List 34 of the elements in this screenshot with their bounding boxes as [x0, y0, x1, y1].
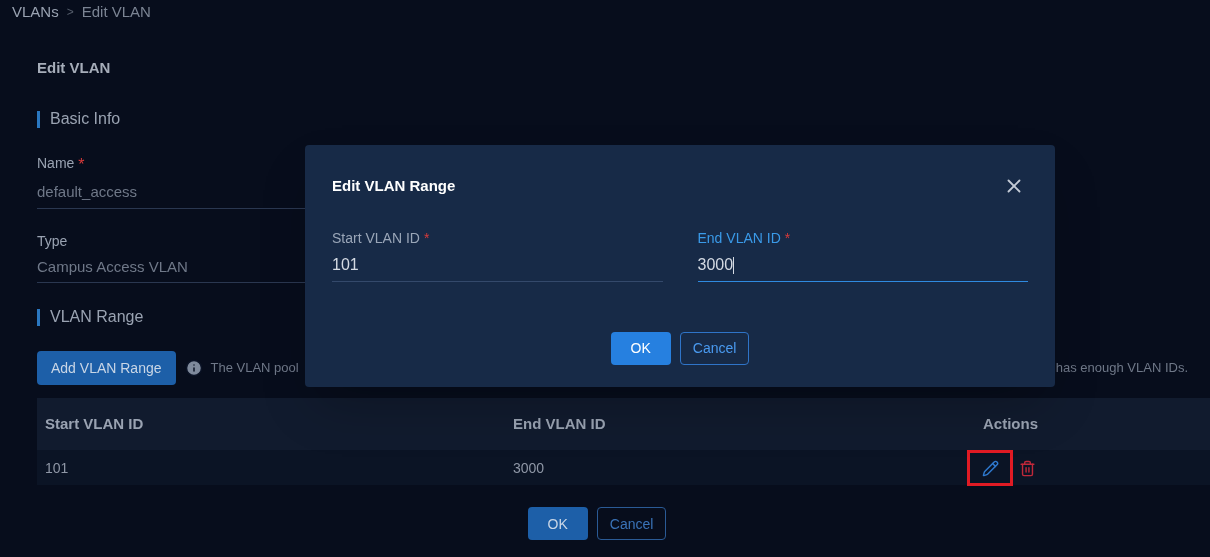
breadcrumb-current: Edit VLAN: [81, 2, 151, 22]
field-label: Type: [37, 231, 68, 251]
input-field[interactable]: End VLAN ID * 3000: [697, 227, 1028, 282]
table-cell-text: 3000: [513, 458, 546, 478]
required-mark: *: [78, 155, 85, 175]
ok-button[interactable]: OK: [527, 507, 588, 540]
cancel-button[interactable]: Cancel: [596, 507, 667, 540]
field-label: Start VLAN ID: [332, 228, 420, 248]
dialog-title: Edit VLAN Range: [332, 176, 456, 196]
add-range-button[interactable]: Add VLAN Range: [37, 351, 176, 385]
column-header: Start VLAN ID: [45, 413, 145, 434]
section-title: Basic Info: [50, 109, 121, 129]
field-value: Campus Access VLAN: [37, 256, 189, 277]
section-title: VLAN Range: [50, 307, 144, 327]
cancel-button[interactable]: Cancel: [679, 331, 750, 365]
info-text: The VLAN pool: [210, 359, 299, 378]
column-header: Actions: [983, 413, 1039, 434]
breadcrumb-separator: >: [66, 4, 74, 21]
table-cell-text: 101: [45, 458, 70, 478]
breadcrumb-link[interactable]: VLANs: [12, 1, 59, 24]
column-header: End VLAN ID: [513, 413, 607, 434]
field-value: default_access: [37, 182, 139, 202]
pencil-icon: [981, 459, 999, 477]
required-mark: *: [784, 228, 791, 248]
input-field[interactable]: Start VLAN ID * 101: [332, 227, 663, 282]
info-text: has enough VLAN IDs.: [1055, 359, 1188, 378]
required-mark: *: [423, 228, 430, 248]
ok-button[interactable]: OK: [610, 331, 671, 365]
info-icon: [184, 359, 203, 377]
page-title: Edit VLAN: [37, 57, 112, 78]
delete-icon[interactable]: [1019, 459, 1036, 477]
field-label: Name: [37, 154, 75, 173]
edit-button[interactable]: [967, 450, 1013, 486]
field-label: End VLAN ID: [697, 228, 781, 248]
